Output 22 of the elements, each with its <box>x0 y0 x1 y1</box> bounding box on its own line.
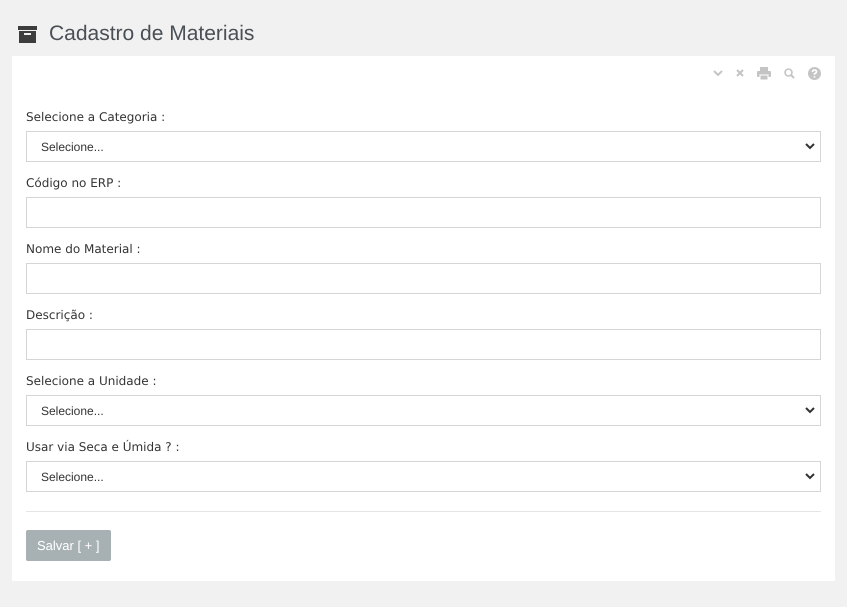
dropdown[interactable]: Selecione... <box>26 395 821 426</box>
chevron-down-icon <box>805 473 815 480</box>
input-field[interactable] <box>26 329 821 360</box>
field-label: Selecione a Categoria : <box>26 109 166 126</box>
close-icon[interactable] <box>736 69 744 77</box>
input-field[interactable] <box>26 263 821 294</box>
help-icon[interactable] <box>808 66 821 80</box>
chevron-down-icon <box>805 407 815 414</box>
page-title: Cadastro de Materiais <box>49 21 254 48</box>
field-label: Nome do Material : <box>26 241 141 258</box>
dropdown[interactable]: Selecione... <box>26 461 821 492</box>
search-icon[interactable] <box>784 68 795 78</box>
archive-box-icon <box>18 26 37 42</box>
printer-icon[interactable] <box>757 66 771 80</box>
chevron-down-icon <box>805 143 815 150</box>
field-label: Selecione a Unidade : <box>26 373 157 390</box>
field-label: Código no ERP : <box>26 175 122 192</box>
field-label: Usar via Seca e Úmida ? : <box>26 438 180 456</box>
dropdown[interactable]: Selecione... <box>26 131 821 162</box>
chevron-down-icon[interactable] <box>713 70 723 76</box>
field-label: Descrição : <box>26 307 93 324</box>
input-field[interactable] <box>26 197 821 228</box>
